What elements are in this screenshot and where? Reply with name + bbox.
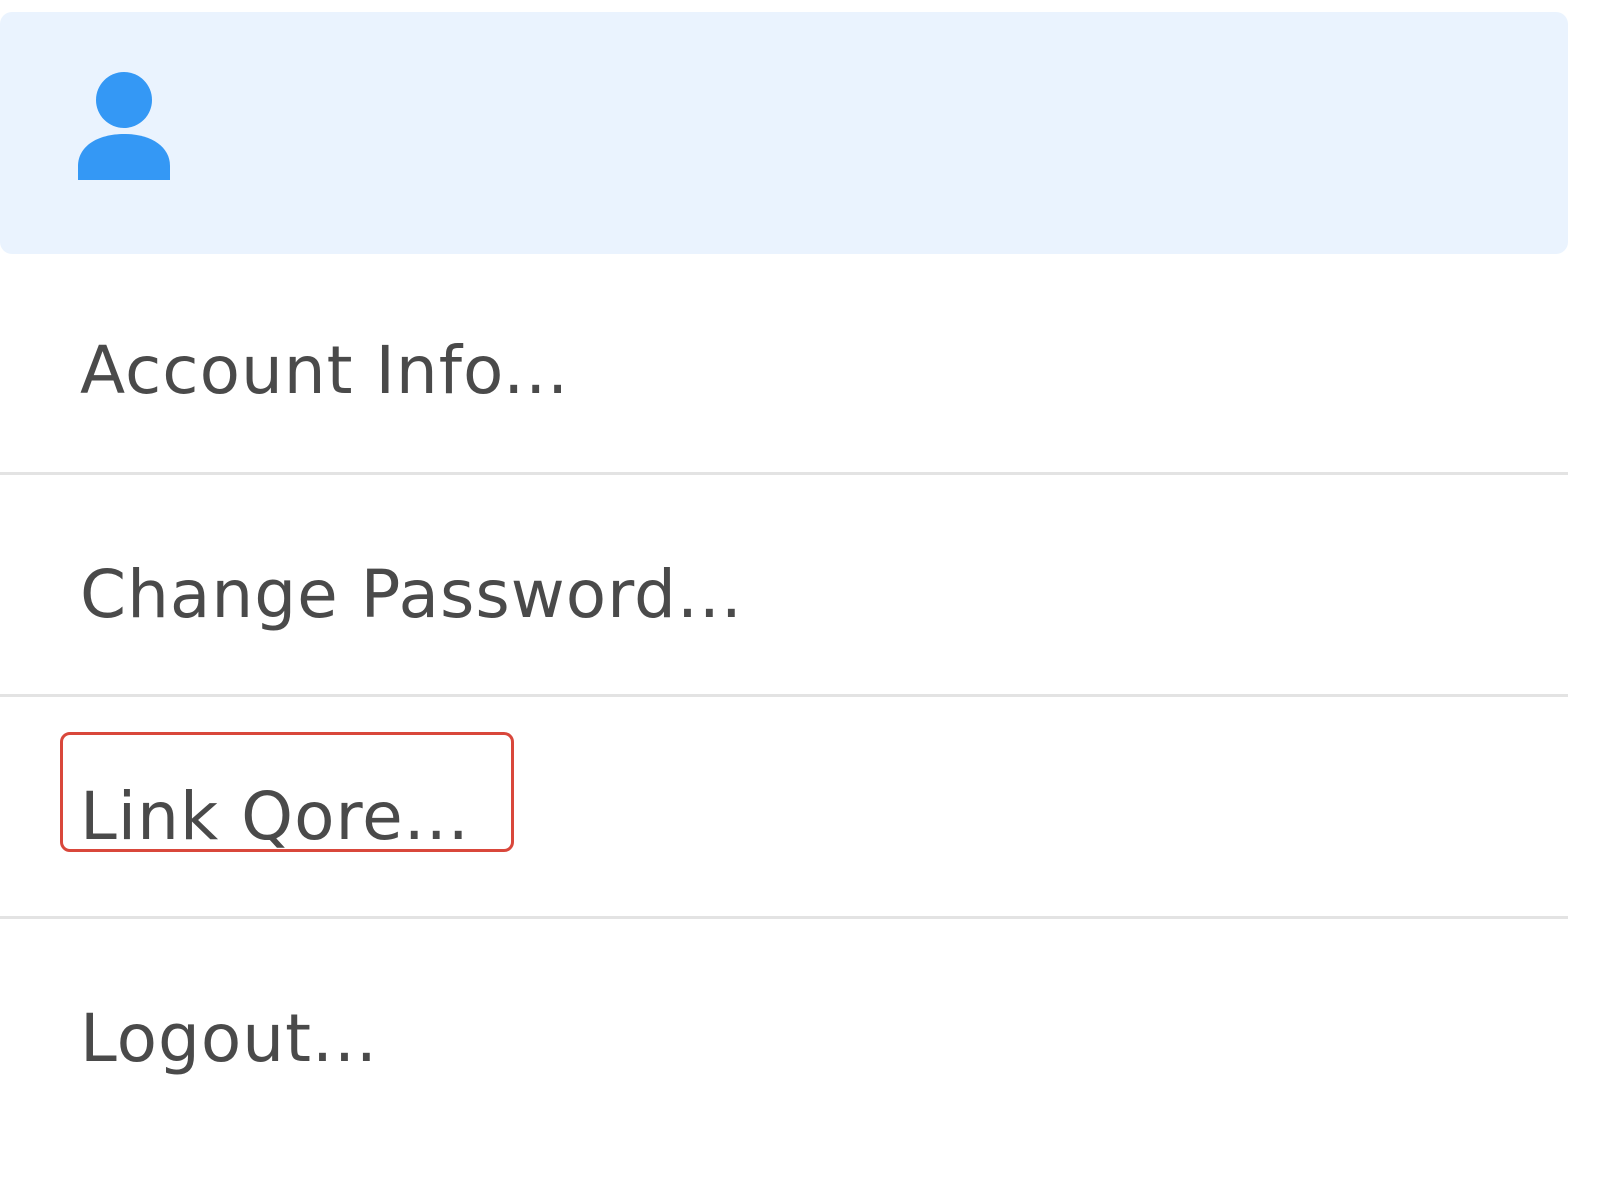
menu-item-change-password[interactable]: Change Password... <box>0 476 1568 696</box>
menu-item-label: Logout... <box>80 1000 378 1077</box>
divider <box>0 916 1568 919</box>
menu-item-label: Change Password... <box>80 556 743 633</box>
user-icon <box>76 70 172 180</box>
menu-item-logout[interactable]: Logout... <box>0 920 1568 1140</box>
menu-item-label: Link Qore... <box>80 778 470 855</box>
account-dropdown-menu: Account Info... Change Password... Link … <box>0 12 1568 1134</box>
divider <box>0 472 1568 475</box>
menu-item-account-info[interactable]: Account Info... <box>0 254 1568 474</box>
menu-item-label: Account Info... <box>80 332 570 409</box>
divider <box>0 694 1568 697</box>
user-header <box>0 12 1568 254</box>
menu-item-link-qore[interactable]: Link Qore... <box>0 698 1568 918</box>
